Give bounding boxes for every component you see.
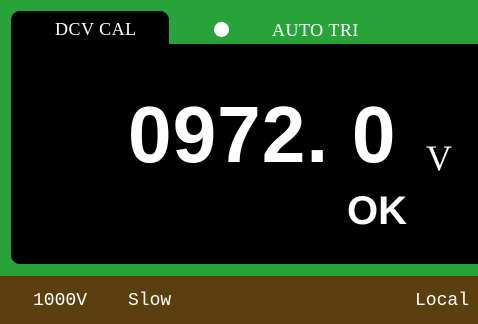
calibration-result: OK [347,189,407,233]
meter-screen: DCV CAL AUTO TRI 0972. 0 V OK 1000V Slow… [0,0,478,324]
measurement-reading: 0972. 0 [128,90,397,179]
measurement-unit: V [426,138,452,178]
status-dot-icon [214,22,229,37]
status-bar: 1000V Slow Local [0,276,478,324]
trigger-mode: AUTO TRI [272,20,359,40]
range-label: 1000V [33,291,88,311]
local-remote-label: Local [415,291,470,311]
speed-label: Slow [128,291,172,311]
mode-tab: DCV CAL [11,11,169,44]
